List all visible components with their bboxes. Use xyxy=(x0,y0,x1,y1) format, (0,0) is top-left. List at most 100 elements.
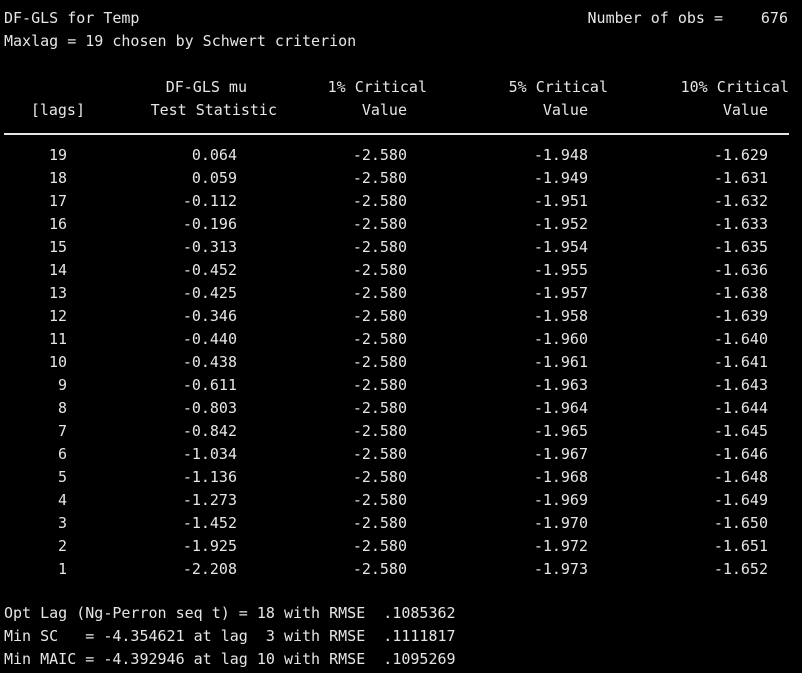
crit1-cell: -2.580 xyxy=(352,399,407,417)
c5-header-line1: 5% Critical xyxy=(508,78,608,96)
table-row: 10 -0.438 -2.580 -1.961 -1.641 xyxy=(0,351,802,374)
opt-lag-line: Opt Lag (Ng-Perron seq t) = 18 with RMSE… xyxy=(4,604,456,622)
crit10-cell: -1.652 xyxy=(713,560,768,578)
lag-cell: 12 xyxy=(48,307,67,325)
crit5-cell: -1.967 xyxy=(533,445,588,463)
stat-cell: 0.059 xyxy=(191,169,237,187)
crit10-cell: -1.629 xyxy=(713,146,768,164)
table-row: 9 -0.611 -2.580 -1.963 -1.643 xyxy=(0,374,802,397)
c1-header-line1: 1% Critical xyxy=(327,78,427,96)
crit5-cell: -1.957 xyxy=(533,284,588,302)
crit5-cell: -1.954 xyxy=(533,238,588,256)
crit5-cell: -1.961 xyxy=(533,353,588,371)
crit10-cell: -1.638 xyxy=(713,284,768,302)
crit5-cell: -1.952 xyxy=(533,215,588,233)
crit5-cell: -1.965 xyxy=(533,422,588,440)
lag-cell: 16 xyxy=(48,215,67,233)
crit1-cell: -2.580 xyxy=(352,146,407,164)
crit5-cell: -1.969 xyxy=(533,491,588,509)
crit10-cell: -1.646 xyxy=(713,445,768,463)
stat-cell: -0.425 xyxy=(182,284,237,302)
lag-cell: 5 xyxy=(57,468,67,486)
table-row: 3 -1.452 -2.580 -1.970 -1.650 xyxy=(0,512,802,535)
c10-header-line2: Value xyxy=(722,101,768,119)
table-row: 14 -0.452 -2.580 -1.955 -1.636 xyxy=(0,259,802,282)
crit5-cell: -1.963 xyxy=(533,376,588,394)
crit5-cell: -1.964 xyxy=(533,399,588,417)
table-row: 12 -0.346 -2.580 -1.958 -1.639 xyxy=(0,305,802,328)
crit10-cell: -1.643 xyxy=(713,376,768,394)
lag-cell: 18 xyxy=(48,169,67,187)
crit5-cell: -1.955 xyxy=(533,261,588,279)
obs-label: Number of obs = xyxy=(587,9,723,27)
table-row: 2 -1.925 -2.580 -1.972 -1.651 xyxy=(0,535,802,558)
crit1-cell: -2.580 xyxy=(352,560,407,578)
table-row: 15 -0.313 -2.580 -1.954 -1.635 xyxy=(0,236,802,259)
crit10-cell: -1.649 xyxy=(713,491,768,509)
stat-cell: -0.196 xyxy=(182,215,237,233)
stat-cell: -0.803 xyxy=(182,399,237,417)
crit1-cell: -2.580 xyxy=(352,445,407,463)
crit1-cell: -2.580 xyxy=(352,491,407,509)
crit1-cell: -2.580 xyxy=(352,422,407,440)
lag-cell: 17 xyxy=(48,192,67,210)
crit5-cell: -1.948 xyxy=(533,146,588,164)
crit10-cell: -1.648 xyxy=(713,468,768,486)
output-title: DF-GLS for Temp xyxy=(4,9,140,27)
lag-cell: 7 xyxy=(57,422,67,440)
lag-cell: 14 xyxy=(48,261,67,279)
stat-cell: -1.136 xyxy=(182,468,237,486)
crit5-cell: -1.958 xyxy=(533,307,588,325)
table-row: 17 -0.112 -2.580 -1.951 -1.632 xyxy=(0,190,802,213)
crit5-cell: -1.951 xyxy=(533,192,588,210)
crit10-cell: -1.632 xyxy=(713,192,768,210)
crit5-cell: -1.968 xyxy=(533,468,588,486)
crit10-cell: -1.650 xyxy=(713,514,768,532)
lag-cell: 8 xyxy=(57,399,67,417)
crit10-cell: -1.641 xyxy=(713,353,768,371)
lag-cell: 9 xyxy=(57,376,67,394)
lag-cell: 6 xyxy=(57,445,67,463)
crit10-cell: -1.631 xyxy=(713,169,768,187)
stat-cell: -1.925 xyxy=(182,537,237,555)
lag-cell: 15 xyxy=(48,238,67,256)
lag-cell: 13 xyxy=(48,284,67,302)
crit10-cell: -1.636 xyxy=(713,261,768,279)
crit1-cell: -2.580 xyxy=(352,284,407,302)
maxlag-line: Maxlag = 19 chosen by Schwert criterion xyxy=(4,32,357,50)
crit10-cell: -1.651 xyxy=(713,537,768,555)
stat-cell: 0.064 xyxy=(191,146,237,164)
table-row: 11 -0.440 -2.580 -1.960 -1.640 xyxy=(0,328,802,351)
stata-results-window: DF-GLS for Temp Number of obs = 676 Maxl… xyxy=(0,0,802,673)
crit5-cell: -1.970 xyxy=(533,514,588,532)
stat-cell: -0.438 xyxy=(182,353,237,371)
lag-cell: 11 xyxy=(48,330,67,348)
crit10-cell: -1.633 xyxy=(713,215,768,233)
crit10-cell: -1.645 xyxy=(713,422,768,440)
obs-value: 676 xyxy=(760,9,788,27)
crit1-cell: -2.580 xyxy=(352,376,407,394)
table-row: 1 -2.208 -2.580 -1.973 -1.652 xyxy=(0,558,802,581)
lags-header: [lags] xyxy=(30,101,85,119)
crit1-cell: -2.580 xyxy=(352,192,407,210)
crit5-cell: -1.960 xyxy=(533,330,588,348)
crit10-cell: -1.635 xyxy=(713,238,768,256)
stat-cell: -0.611 xyxy=(182,376,237,394)
lag-cell: 4 xyxy=(57,491,67,509)
table-row: 7 -0.842 -2.580 -1.965 -1.645 xyxy=(0,420,802,443)
lag-cell: 3 xyxy=(57,514,67,532)
stat-header-line2: Test Statistic xyxy=(150,101,277,119)
lag-cell: 2 xyxy=(57,537,67,555)
table-row: 13 -0.425 -2.580 -1.957 -1.638 xyxy=(0,282,802,305)
table-row: 4 -1.273 -2.580 -1.969 -1.649 xyxy=(0,489,802,512)
stat-header-line1: DF-GLS mu xyxy=(165,78,247,96)
stat-cell: -0.440 xyxy=(182,330,237,348)
c5-header-line2: Value xyxy=(542,101,588,119)
crit1-cell: -2.580 xyxy=(352,468,407,486)
min-sc-line: Min SC = -4.354621 at lag 3 with RMSE .1… xyxy=(4,627,456,645)
crit1-cell: -2.580 xyxy=(352,353,407,371)
stat-cell: -0.112 xyxy=(182,192,237,210)
table-row: 18 0.059 -2.580 -1.949 -1.631 xyxy=(0,167,802,190)
stat-cell: -1.273 xyxy=(182,491,237,509)
stat-cell: -1.452 xyxy=(182,514,237,532)
